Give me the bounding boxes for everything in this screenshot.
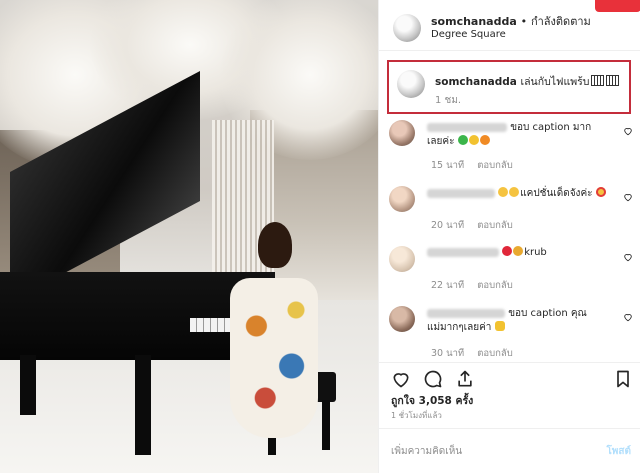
caption-highlight: somchanadda เล่นกับไฟแพร้บ 1 ชม. bbox=[387, 60, 631, 114]
likes-count[interactable]: ถูกใจ 3,058 ครั้ง bbox=[391, 392, 473, 409]
like-comment-heart-icon[interactable] bbox=[623, 252, 633, 262]
like-comment-heart-icon[interactable] bbox=[623, 312, 633, 322]
comment-item: แคปชั่นเด็ดจังค่ะ 20 นาที ตอบกลับ bbox=[379, 186, 640, 242]
comment-meta: 20 นาที ตอบกลับ bbox=[431, 218, 513, 233]
reply-button[interactable]: ตอบกลับ bbox=[477, 280, 513, 291]
comment-text: krub bbox=[524, 247, 547, 258]
piano-leg bbox=[135, 355, 151, 455]
red-heart-icon bbox=[502, 246, 513, 256]
add-comment-input[interactable]: เพิ่มความคิดเห็น bbox=[391, 444, 462, 459]
comment-line: เลยค่ะ bbox=[427, 134, 491, 149]
blurred-username bbox=[427, 122, 507, 132]
comment-meta: 22 นาที ตอบกลับ bbox=[431, 278, 513, 293]
comment-text: ขอบ caption มาก bbox=[510, 122, 592, 133]
like-comment-heart-icon[interactable] bbox=[623, 126, 633, 136]
header-username-line: somchanadda • กำลังติดตาม bbox=[431, 12, 591, 30]
avatar[interactable] bbox=[389, 246, 415, 272]
comment-item: krub 22 นาที ตอบกลับ bbox=[379, 246, 640, 302]
following-button[interactable]: กำลังติดตาม bbox=[531, 15, 591, 28]
post-photo[interactable] bbox=[0, 0, 378, 473]
pianist-hair bbox=[258, 222, 292, 268]
header-separator: • bbox=[520, 15, 528, 28]
comment-meta: 30 นาที ตอบกลับ bbox=[431, 346, 513, 356]
blurred-username bbox=[427, 247, 499, 257]
comment-time: 30 นาที bbox=[431, 348, 465, 356]
share-icon[interactable] bbox=[455, 369, 475, 389]
reply-button[interactable]: ตอบกลับ bbox=[477, 160, 513, 171]
reply-button[interactable]: ตอบกลับ bbox=[477, 348, 513, 356]
avatar[interactable] bbox=[393, 14, 421, 42]
avatar[interactable] bbox=[389, 120, 415, 146]
add-comment-bar: เพิ่มความคิดเห็น โพสต์ bbox=[379, 428, 640, 474]
reply-button[interactable]: ตอบกลับ bbox=[477, 220, 513, 231]
rofl-face-icon bbox=[509, 187, 520, 197]
avatar[interactable] bbox=[389, 306, 415, 332]
comment-text: ขอบ caption คุณ bbox=[508, 308, 587, 319]
avatar[interactable] bbox=[389, 186, 415, 212]
piano-keys-icon bbox=[606, 75, 620, 86]
comment-item: ขอบ caption คุณ แม่มากๆเลยค่า 30 นาที ตอ… bbox=[379, 306, 640, 356]
post-header: somchanadda • กำลังติดตาม Degree Square bbox=[379, 0, 640, 51]
caption-username[interactable]: somchanadda bbox=[435, 76, 517, 88]
comment-text: แม่มากๆเลยค่า bbox=[427, 322, 492, 333]
like-heart-icon[interactable] bbox=[391, 369, 411, 389]
location-link[interactable]: Degree Square bbox=[431, 29, 506, 40]
comment-time: 20 นาที bbox=[431, 220, 465, 231]
posted-time: 1 ชั่วโมงที่แล้ว bbox=[391, 411, 442, 420]
comment-line: ขอบ caption คุณ bbox=[427, 306, 587, 321]
caption-time: 1 ชม. bbox=[435, 95, 462, 106]
comment-line: แม่มากๆเลยค่า bbox=[427, 320, 506, 335]
green-heart-icon bbox=[457, 135, 468, 145]
blurred-username bbox=[427, 308, 505, 318]
orange-heart-icon bbox=[479, 135, 490, 145]
pianist-dress bbox=[230, 278, 318, 438]
bookmark-icon[interactable] bbox=[613, 369, 633, 389]
caption-text: เล่นกับไฟแพร้บ bbox=[520, 76, 590, 88]
blurred-username bbox=[427, 188, 495, 198]
comment-line: แคปชั่นเด็ดจังค่ะ bbox=[427, 186, 607, 201]
like-comment-heart-icon[interactable] bbox=[623, 192, 633, 202]
post-action-bar bbox=[379, 362, 640, 393]
rofl-face-icon bbox=[498, 187, 509, 197]
comment-meta: 15 นาที ตอบกลับ bbox=[431, 158, 513, 173]
post-comment-button[interactable]: โพสต์ bbox=[606, 444, 631, 459]
post-side-panel: somchanadda • กำลังติดตาม Degree Square … bbox=[378, 0, 640, 473]
comment-time: 22 นาที bbox=[431, 280, 465, 291]
instagram-post-view: somchanadda • กำลังติดตาม Degree Square … bbox=[0, 0, 640, 473]
clap-hands-icon bbox=[494, 321, 505, 331]
caption-line: somchanadda เล่นกับไฟแพร้บ bbox=[435, 73, 620, 90]
piano-leg bbox=[20, 355, 36, 415]
comment-text: เลยค่ะ bbox=[427, 136, 455, 147]
bench-leg bbox=[322, 400, 330, 450]
header-username[interactable]: somchanadda bbox=[431, 15, 517, 28]
comment-text: แคปชั่นเด็ดจังค่ะ bbox=[520, 188, 593, 199]
piano-keys-icon bbox=[591, 75, 605, 86]
comment-time: 15 นาที bbox=[431, 160, 465, 171]
comment-line: ขอบ caption มาก bbox=[427, 120, 591, 135]
yellow-heart-icon bbox=[468, 135, 479, 145]
heart-eyes-face-icon bbox=[595, 187, 606, 197]
comment-bubble-icon[interactable] bbox=[423, 369, 443, 389]
comment-line: krub bbox=[427, 246, 547, 258]
medal-icon bbox=[513, 246, 524, 256]
comment-item: ขอบ caption มาก เลยค่ะ 15 นาที ตอบกลับ bbox=[379, 120, 640, 176]
avatar[interactable] bbox=[397, 70, 425, 98]
